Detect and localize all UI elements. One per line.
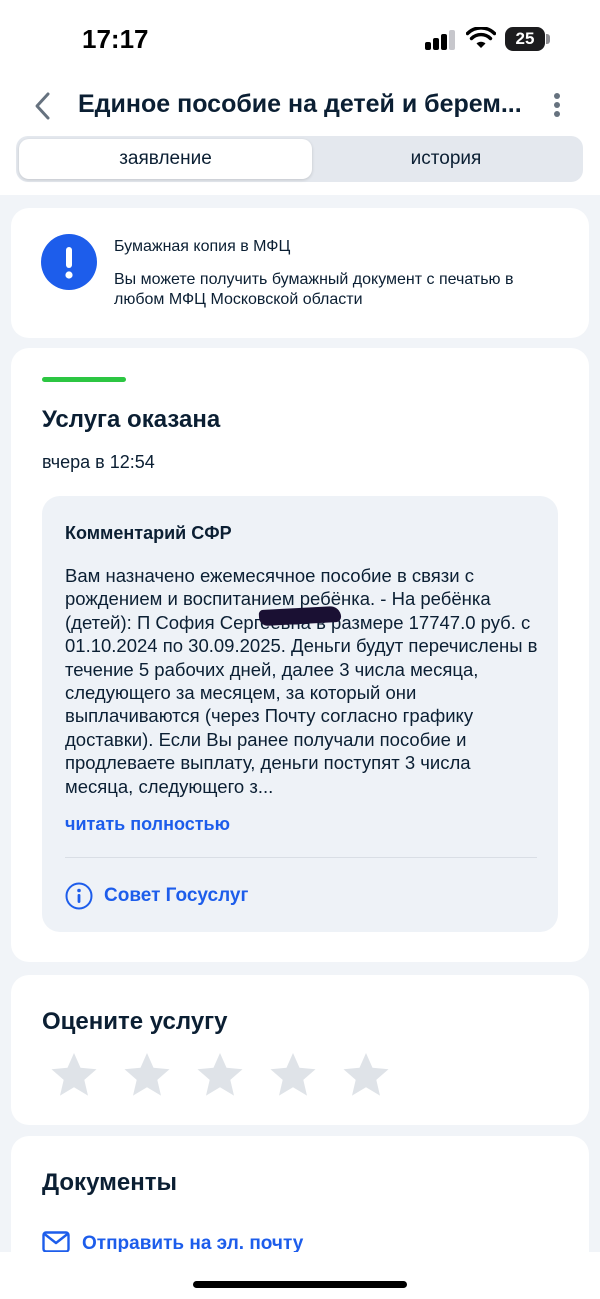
status-time: 17:17 <box>82 24 149 54</box>
home-indicator[interactable] <box>193 1281 407 1288</box>
comment-title: Комментарий СФР <box>65 523 232 543</box>
tab-application[interactable]: заявление <box>19 139 312 179</box>
documents-heading: Документы <box>42 1169 177 1196</box>
more-vertical-icon[interactable] <box>548 90 568 120</box>
comment-box: Комментарий СФР Вам назначено ежемесячно… <box>42 496 558 932</box>
rating-stars <box>49 1051 409 1099</box>
bottom-bar <box>0 1252 600 1299</box>
signal-icon <box>425 30 457 50</box>
segmented-tabs: заявление история <box>16 136 583 182</box>
advice-label: Совет Госуслуг <box>104 885 249 906</box>
mail-icon <box>42 1231 70 1253</box>
wifi-icon <box>466 27 496 48</box>
page-title: Единое пособие на детей и берем... <box>78 90 522 118</box>
battery-cap <box>546 34 550 44</box>
status-date: вчера в 12:54 <box>42 452 155 472</box>
divider <box>65 857 537 858</box>
rating-heading: Оцените услугу <box>42 1008 228 1035</box>
comment-text: Вам назначено ежемесячное пособие в связ… <box>65 564 540 798</box>
star-icon[interactable] <box>122 1051 172 1099</box>
status-heading: Услуга оказана <box>42 406 221 433</box>
info-icon <box>65 882 93 910</box>
mfc-notice-text: Вы можете получить бумажный документ с п… <box>114 271 514 308</box>
read-more-link[interactable]: читать полностью <box>65 814 230 835</box>
comment-body: Вам назначено ежемесячное пособие в связ… <box>65 565 538 797</box>
mfc-notice-title: Бумажная копия в МФЦ <box>114 238 291 255</box>
battery-icon: 25 <box>505 27 545 51</box>
status-bar: 17:17 25 <box>0 0 600 80</box>
chevron-left-icon[interactable] <box>30 90 58 122</box>
mfc-notice-card: Бумажная копия в МФЦ Вы можете получить … <box>11 208 589 338</box>
status-card: Услуга оказана вчера в 12:54 Комментарий… <box>11 348 589 962</box>
star-icon[interactable] <box>195 1051 245 1099</box>
star-icon[interactable] <box>341 1051 391 1099</box>
star-icon[interactable] <box>49 1051 99 1099</box>
status-progress-line <box>42 377 126 382</box>
tab-history[interactable]: история <box>312 139 580 179</box>
star-icon[interactable] <box>268 1051 318 1099</box>
exclamation-icon <box>41 234 97 290</box>
rating-card: Оцените услугу <box>11 975 589 1125</box>
